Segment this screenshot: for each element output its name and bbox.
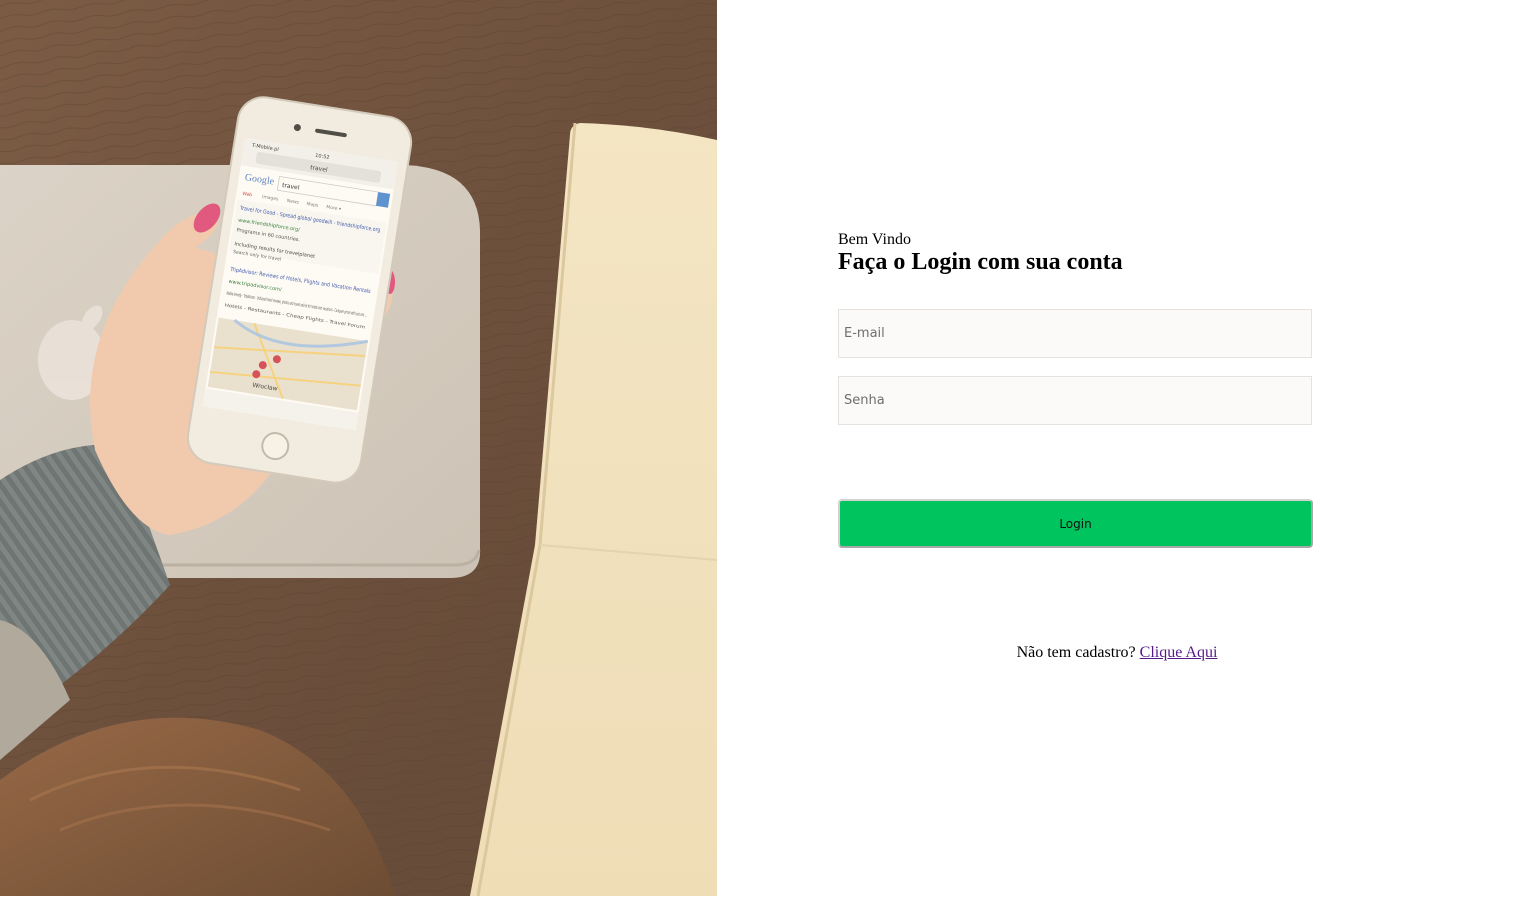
signup-link[interactable]: Clique Aqui — [1140, 644, 1218, 661]
signup-prompt-text: Não tem cadastro? — [1016, 644, 1136, 661]
welcome-text: Bem Vindo — [838, 231, 911, 248]
login-panel: Bem Vindo Faça o Login com sua conta Log… — [717, 0, 1517, 904]
login-button[interactable]: Login — [838, 499, 1313, 548]
hero-photo-illustration: T-Mobile.pl 10:52 travel Google travel W… — [0, 0, 717, 896]
password-field[interactable] — [838, 376, 1312, 425]
signup-prompt-line: Não tem cadastro? Clique Aqui — [717, 644, 1517, 662]
login-heading: Faça o Login com sua conta — [838, 249, 1123, 275]
email-field[interactable] — [838, 309, 1312, 358]
hero-photo: T-Mobile.pl 10:52 travel Google travel W… — [0, 0, 717, 896]
